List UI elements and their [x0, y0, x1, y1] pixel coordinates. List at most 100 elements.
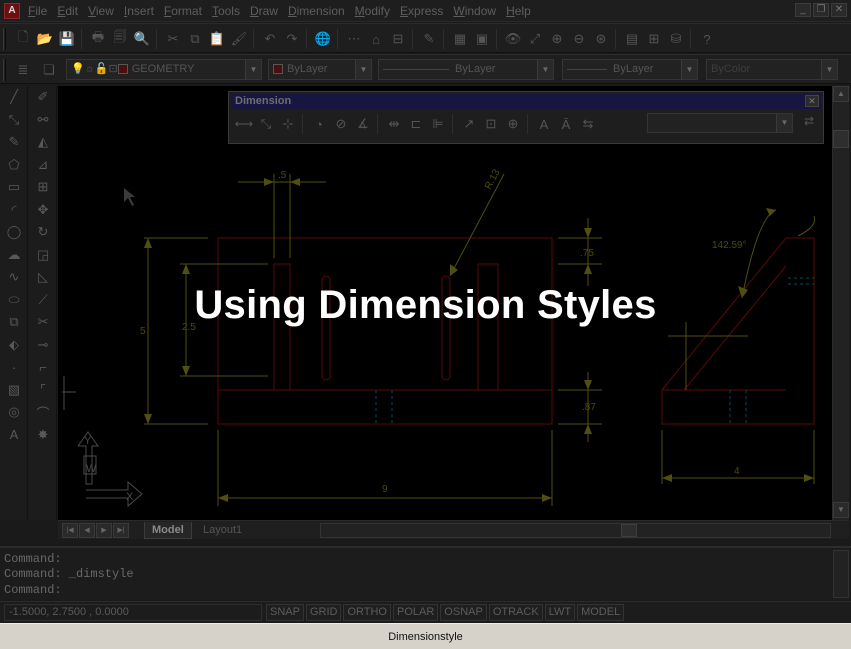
revision-cloud-icon[interactable]: ☁	[0, 244, 28, 267]
object-snap-icon[interactable]: ⋯	[343, 29, 365, 49]
circle-icon[interactable]: ◯	[0, 221, 28, 244]
continue-dimension-icon[interactable]: ⊫	[427, 114, 449, 134]
toolbar-grip[interactable]	[3, 28, 6, 50]
open-file-icon[interactable]: 📂	[34, 29, 56, 49]
aerial-view-icon[interactable]: ▣	[471, 29, 493, 49]
command-scrollbar[interactable]	[833, 550, 849, 598]
ucs-icon[interactable]: ⌂	[365, 29, 387, 49]
zoom-window-icon[interactable]: ⊕	[546, 29, 568, 49]
zoom-realtime-icon[interactable]: ⤢	[524, 29, 546, 49]
dimension-style-combo[interactable]: ▼	[647, 113, 793, 133]
array-icon[interactable]: ⊞	[29, 176, 57, 199]
rotate-icon[interactable]: ↻	[29, 221, 57, 244]
mirror-icon[interactable]: ◭	[29, 131, 57, 154]
chamfer-icon[interactable]: ⌜	[29, 379, 57, 402]
erase-icon[interactable]: ✐	[29, 86, 57, 109]
baseline-dimension-icon[interactable]: ⊏	[405, 114, 427, 134]
horizontal-scrollbar-thumb[interactable]	[621, 524, 637, 537]
properties-icon[interactable]: ▤	[621, 29, 643, 49]
menu-draw[interactable]: Draw	[250, 4, 286, 18]
chevron-down-icon[interactable]: ▼	[245, 60, 261, 79]
ortho-toggle[interactable]: ORTHO	[343, 604, 391, 621]
menu-insert[interactable]: Insert	[124, 4, 162, 18]
first-tab-icon[interactable]: |◀	[62, 523, 78, 538]
rectangle-icon[interactable]: ▭	[0, 176, 28, 199]
make-block-icon[interactable]: ⬖	[0, 334, 28, 357]
aligned-dimension-icon[interactable]: ⤡	[255, 114, 277, 134]
named-views-icon[interactable]: ▦	[449, 29, 471, 49]
dimension-update-icon[interactable]: ⇄	[799, 114, 819, 132]
grid-toggle[interactable]: GRID	[305, 604, 342, 621]
offset-icon[interactable]: ⊿	[29, 154, 57, 177]
previous-tab-icon[interactable]: ◀	[79, 523, 95, 538]
close-icon[interactable]: ✕	[831, 3, 847, 17]
construction-line-icon[interactable]: ⤡	[0, 109, 28, 132]
scroll-up-icon[interactable]: ▲	[833, 86, 849, 102]
copy-icon[interactable]: ⧉	[184, 29, 206, 49]
point-icon[interactable]: ·	[0, 356, 28, 379]
print-icon[interactable]: 🖶	[87, 29, 109, 49]
arc-icon[interactable]: ◜	[0, 199, 28, 222]
polygon-icon[interactable]: ⬠	[0, 154, 28, 177]
osnap-toggle[interactable]: OSNAP	[440, 604, 487, 621]
close-icon[interactable]: ✕	[805, 95, 819, 107]
multiline-text-icon[interactable]: A	[0, 424, 28, 447]
menu-view[interactable]: View	[88, 4, 122, 18]
radius-dimension-icon[interactable]: ◔	[308, 114, 330, 134]
vertical-scrollbar-thumb[interactable]	[833, 130, 849, 148]
minimize-icon[interactable]: _	[795, 3, 811, 17]
dimension-style-icon[interactable]: ⇆	[577, 114, 599, 134]
restore-icon[interactable]: ❐	[813, 3, 829, 17]
last-tab-icon[interactable]: ▶|	[113, 523, 129, 538]
paste-icon[interactable]: 📋	[206, 29, 228, 49]
extend-icon[interactable]: ⊸	[29, 334, 57, 357]
zoom-extents-icon[interactable]: ⊛	[590, 29, 612, 49]
dimension-edit-icon[interactable]: A	[533, 114, 555, 134]
hyperlink-icon[interactable]: 🌐	[312, 29, 334, 49]
toolbar-grip[interactable]	[3, 59, 6, 81]
polar-toggle[interactable]: POLAR	[393, 604, 439, 621]
coordinate-display[interactable]: -1.5000, 2.7500 , 0.0000	[4, 604, 262, 621]
command-window[interactable]: Command: Command: _dimstyle Command:	[0, 546, 851, 600]
polyline-icon[interactable]: ✎	[0, 131, 28, 154]
chevron-down-icon[interactable]: ▼	[776, 114, 792, 132]
design-center-icon[interactable]: ⊞	[643, 29, 665, 49]
angular-dimension-icon[interactable]: ∡	[352, 114, 374, 134]
redraw-icon[interactable]: ✎	[418, 29, 440, 49]
layers-icon[interactable]: ❏	[38, 60, 60, 80]
explode-icon[interactable]: ✸	[29, 424, 57, 447]
line-icon[interactable]: ╱	[0, 86, 28, 109]
menu-dimension[interactable]: Dimension	[288, 4, 353, 18]
dimension-text-edit-icon[interactable]: Ā	[555, 114, 577, 134]
pan-icon[interactable]: 👁	[502, 29, 524, 49]
cut-icon[interactable]: ✂	[162, 29, 184, 49]
menu-tools[interactable]: Tools	[212, 4, 248, 18]
center-mark-icon[interactable]: ⊕	[502, 114, 524, 134]
tab-layout1[interactable]: Layout1	[196, 522, 249, 539]
menu-window[interactable]: Window	[453, 4, 504, 18]
print-preview-icon[interactable]: 🗐	[109, 29, 131, 49]
otrack-toggle[interactable]: OTRACK	[488, 604, 543, 621]
tolerance-icon[interactable]: ⊡	[480, 114, 502, 134]
chevron-down-icon[interactable]: ▼	[681, 60, 697, 79]
scroll-down-icon[interactable]: ▼	[833, 502, 849, 518]
chevron-down-icon[interactable]: ▼	[537, 60, 553, 79]
menu-file[interactable]: File	[28, 4, 55, 18]
model-toggle[interactable]: MODEL	[577, 604, 625, 621]
snap-toggle[interactable]: SNAP	[266, 604, 304, 621]
zoom-previous-icon[interactable]: ⊖	[568, 29, 590, 49]
quick-dimension-icon[interactable]: ⇹	[383, 114, 405, 134]
save-icon[interactable]: 💾	[56, 29, 78, 49]
linear-dimension-icon[interactable]: ⟷	[233, 114, 255, 134]
copy-object-icon[interactable]: ⚯	[29, 109, 57, 132]
db-connect-icon[interactable]: ⛁	[665, 29, 687, 49]
tab-model[interactable]: Model	[144, 522, 192, 539]
menu-edit[interactable]: Edit	[57, 4, 86, 18]
menu-format[interactable]: Format	[164, 4, 210, 18]
undo-icon[interactable]: ↶	[259, 29, 281, 49]
menu-express[interactable]: Express	[400, 4, 451, 18]
menu-modify[interactable]: Modify	[355, 4, 398, 18]
chevron-down-icon[interactable]: ▼	[355, 60, 371, 79]
plotstyle-combo[interactable]: ByColor ▼	[706, 59, 838, 80]
next-tab-icon[interactable]: ▶	[96, 523, 112, 538]
